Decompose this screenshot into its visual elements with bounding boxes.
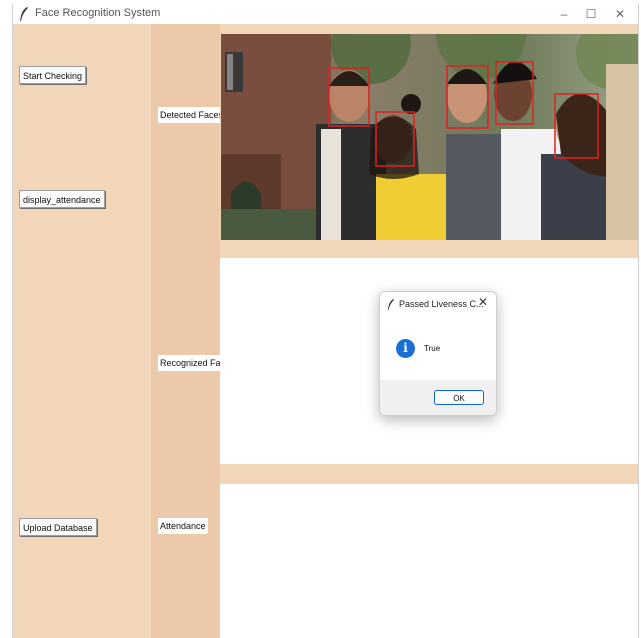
- window-title: Face Recognition System: [35, 7, 161, 19]
- dialog-close-button[interactable]: ✕: [478, 295, 488, 309]
- upload-database-button[interactable]: Upload Database: [19, 518, 97, 536]
- minimize-button[interactable]: –: [549, 4, 579, 24]
- attendance-label: Attendance: [158, 518, 208, 534]
- dialog-message: True: [424, 344, 441, 353]
- ok-button[interactable]: OK: [434, 390, 484, 405]
- detected-faces-label: Detected Faces: [158, 107, 220, 123]
- display-attendance-button[interactable]: display_attendance: [19, 190, 105, 208]
- close-button[interactable]: ✕: [605, 4, 635, 24]
- attendance-canvas: [220, 484, 638, 638]
- liveness-dialog: Passed Liveness C... ✕ i True OK: [379, 291, 497, 416]
- detected-faces-image: [221, 34, 638, 240]
- feather-icon: [20, 7, 28, 21]
- dialog-title: Passed Liveness C...: [399, 299, 484, 309]
- maximize-button[interactable]: ☐: [576, 4, 606, 24]
- start-checking-button[interactable]: Start Checking: [19, 66, 87, 84]
- feather-icon: [387, 299, 395, 310]
- dialog-footer: OK: [380, 380, 496, 415]
- recognized-faces-label: Recognized Face: [158, 355, 223, 371]
- left-control-panel: [13, 24, 151, 638]
- info-icon: i: [396, 339, 415, 358]
- title-bar: Face Recognition System – ☐ ✕: [13, 4, 638, 24]
